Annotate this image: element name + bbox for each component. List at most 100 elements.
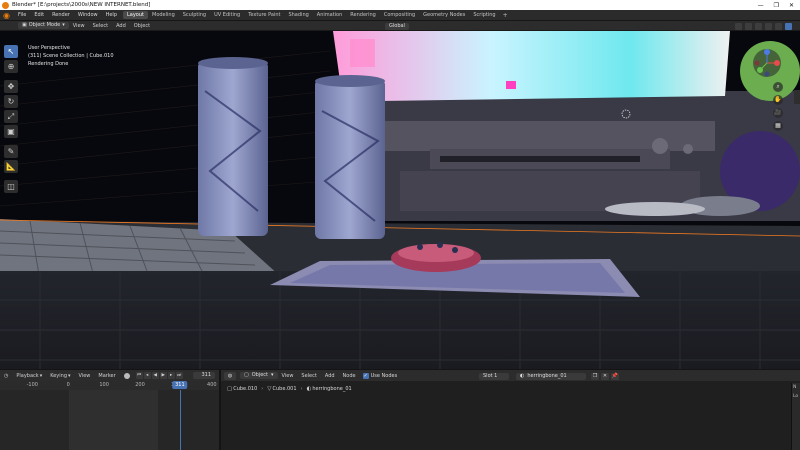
tool-shelf: ↖ ⊕ ✥ ↻ ⤢ ▣ ✎ 📐 ◫ (4, 45, 18, 193)
viewport-menu-object[interactable]: Object (130, 23, 154, 29)
chevron-down-icon: ▾ (68, 372, 71, 379)
mesh-icon: ▽ (267, 386, 272, 392)
material-sphere-icon: ◐ (306, 386, 312, 392)
timeline-menu-view[interactable]: View (75, 373, 95, 379)
cursor-icon[interactable]: ⊕ (4, 60, 18, 73)
transform-icon[interactable]: ▣ (4, 125, 18, 138)
menu-edit[interactable]: Edit (30, 12, 48, 18)
sidebar-tab-node[interactable]: N (792, 383, 800, 392)
node-breadcrumb: ▢Cube.010 › ▽Cube.001 › ◐herringbone_01 (227, 386, 352, 392)
rendered-shading-icon[interactable] (785, 22, 792, 30)
material-slot-select[interactable]: Slot 1 (479, 372, 509, 380)
menu-render[interactable]: Render (48, 12, 74, 18)
perspective-grid-icon[interactable]: ▦ (773, 121, 783, 131)
material-slot-label: Slot 1 (483, 372, 498, 379)
timeline-menu-marker[interactable]: Marker (94, 373, 119, 379)
maximize-button[interactable]: ❐ (774, 2, 779, 9)
xray-toggle-icon[interactable] (745, 22, 752, 30)
use-nodes-label: Use Nodes (370, 372, 398, 379)
duplicate-material-icon[interactable]: ❐ (591, 372, 599, 380)
timeline-menu-playback[interactable]: Playback ▾ (12, 373, 46, 379)
pan-hand-icon[interactable]: ✋ (773, 95, 783, 105)
play-icon[interactable]: ▶ (159, 372, 167, 379)
minimize-button[interactable]: — (758, 2, 764, 9)
menu-window[interactable]: Window (74, 12, 102, 18)
ruler-tick: 400 (207, 382, 217, 388)
add-cube-icon[interactable]: ◫ (4, 180, 18, 193)
select-box-icon[interactable]: ↖ (4, 45, 18, 58)
tab-layout[interactable]: Layout (123, 11, 148, 19)
breadcrumb-material[interactable]: ◐herringbone_01 (307, 386, 352, 392)
wireframe-shading-icon[interactable] (755, 22, 762, 30)
jump-start-icon[interactable]: ⏮ (135, 372, 143, 379)
shader-editor-type-icon[interactable]: ◍ (224, 371, 236, 380)
node-menu-node[interactable]: Node (339, 373, 360, 379)
unlink-material-icon[interactable]: ✕ (601, 372, 609, 380)
breadcrumb-mesh[interactable]: ▽Cube.001 (267, 386, 296, 392)
tab-uv-editing[interactable]: UV Editing (210, 11, 244, 19)
viewport-nav-buttons: ⌕ ✋ 🎥 ▦ (773, 82, 783, 131)
tab-rendering[interactable]: Rendering (346, 11, 380, 19)
rotate-icon[interactable]: ↻ (4, 95, 18, 108)
playhead-frame-label[interactable]: 311 (172, 381, 188, 389)
node-menu-view[interactable]: View (278, 373, 298, 379)
material-shading-icon[interactable] (775, 22, 782, 30)
tab-scripting[interactable]: Scripting (469, 11, 499, 19)
breadcrumb-separator-icon: › (300, 386, 303, 392)
tab-shading[interactable]: Shading (284, 11, 312, 19)
camera-view-icon[interactable]: 🎥 (773, 108, 783, 118)
current-frame-field[interactable]: 311 (193, 372, 215, 379)
timeline-editor-type-icon[interactable]: ◷ (0, 373, 12, 379)
viewport-menu-select[interactable]: Select (89, 23, 112, 29)
frame-range-shade (68, 390, 158, 450)
add-workspace-button[interactable]: + (500, 12, 511, 19)
timeline-menu-keying[interactable]: Keying ▾ (46, 373, 74, 379)
ruler-tick: 0 (66, 382, 70, 388)
next-keyframe-icon[interactable]: ▸ (167, 372, 175, 379)
object-mode-select[interactable]: ▣ Object Mode ▾ (18, 22, 69, 29)
playback-controls: ⏮ ◂ ◀ ▶ ▸ ⏭ (135, 372, 183, 379)
sidebar-tab-options[interactable]: Lo (792, 392, 800, 401)
shader-node-canvas[interactable]: ▢Cube.010 › ▽Cube.001 › ◐herringbone_01 … (221, 381, 800, 450)
annotate-icon[interactable]: ✎ (4, 145, 18, 158)
tab-compositing[interactable]: Compositing (380, 11, 419, 19)
tab-texture-paint[interactable]: Texture Paint (244, 11, 284, 19)
close-button[interactable]: ✕ (789, 2, 794, 9)
shader-type-select[interactable]: ▢ Object ▾ (240, 372, 278, 379)
jump-end-icon[interactable]: ⏭ (175, 372, 183, 379)
tab-sculpting[interactable]: Sculpting (179, 11, 210, 19)
viewport-menu-view[interactable]: View (69, 23, 89, 29)
blender-logo-icon (2, 1, 9, 9)
timeline-area[interactable]: -100 0 100 200 300 400 311 (0, 381, 219, 450)
measure-icon[interactable]: 📐 (4, 160, 18, 173)
viewport-menu-add[interactable]: Add (112, 23, 130, 29)
ruler-tick: -100 (26, 382, 38, 388)
pin-icon[interactable]: 📌 (611, 372, 619, 380)
record-keyframe-button[interactable] (123, 372, 130, 379)
scene-collection-label: (311) Scene Collection | Cube.010 (28, 53, 114, 59)
zoom-icon[interactable]: ⌕ (773, 82, 783, 92)
scale-icon[interactable]: ⤢ (4, 110, 18, 123)
node-menu-select[interactable]: Select (297, 373, 320, 379)
prev-keyframe-icon[interactable]: ◂ (143, 372, 151, 379)
window-title-bar: Blender* [E:\projects\2000s\NEW INTERNET… (0, 0, 800, 10)
tab-geometry-nodes[interactable]: Geometry Nodes (419, 11, 469, 19)
playhead-line[interactable] (179, 390, 181, 450)
breadcrumb-object[interactable]: ▢Cube.010 (227, 386, 257, 392)
tab-modeling[interactable]: Modeling (148, 11, 179, 19)
sidebar-toggle-tab[interactable] (794, 90, 800, 104)
3d-viewport[interactable] (0, 31, 800, 369)
play-reverse-icon[interactable]: ◀ (151, 372, 159, 379)
transform-orientation-select[interactable]: Global (385, 22, 409, 30)
view-perspective-label: User Perspective (28, 45, 70, 51)
material-select[interactable]: ◐ herringbone_01 (516, 372, 586, 380)
navigation-gizmo[interactable] (752, 48, 782, 78)
menu-help[interactable]: Help (102, 12, 121, 18)
blender-menu-icon[interactable]: ◉ (2, 11, 11, 20)
move-icon[interactable]: ✥ (4, 80, 18, 93)
solid-shading-icon[interactable] (765, 22, 772, 30)
tab-animation[interactable]: Animation (313, 11, 347, 19)
node-menu-add[interactable]: Add (321, 373, 339, 379)
overlay-toggle-icon[interactable] (735, 22, 742, 30)
menu-file[interactable]: File (14, 12, 30, 18)
